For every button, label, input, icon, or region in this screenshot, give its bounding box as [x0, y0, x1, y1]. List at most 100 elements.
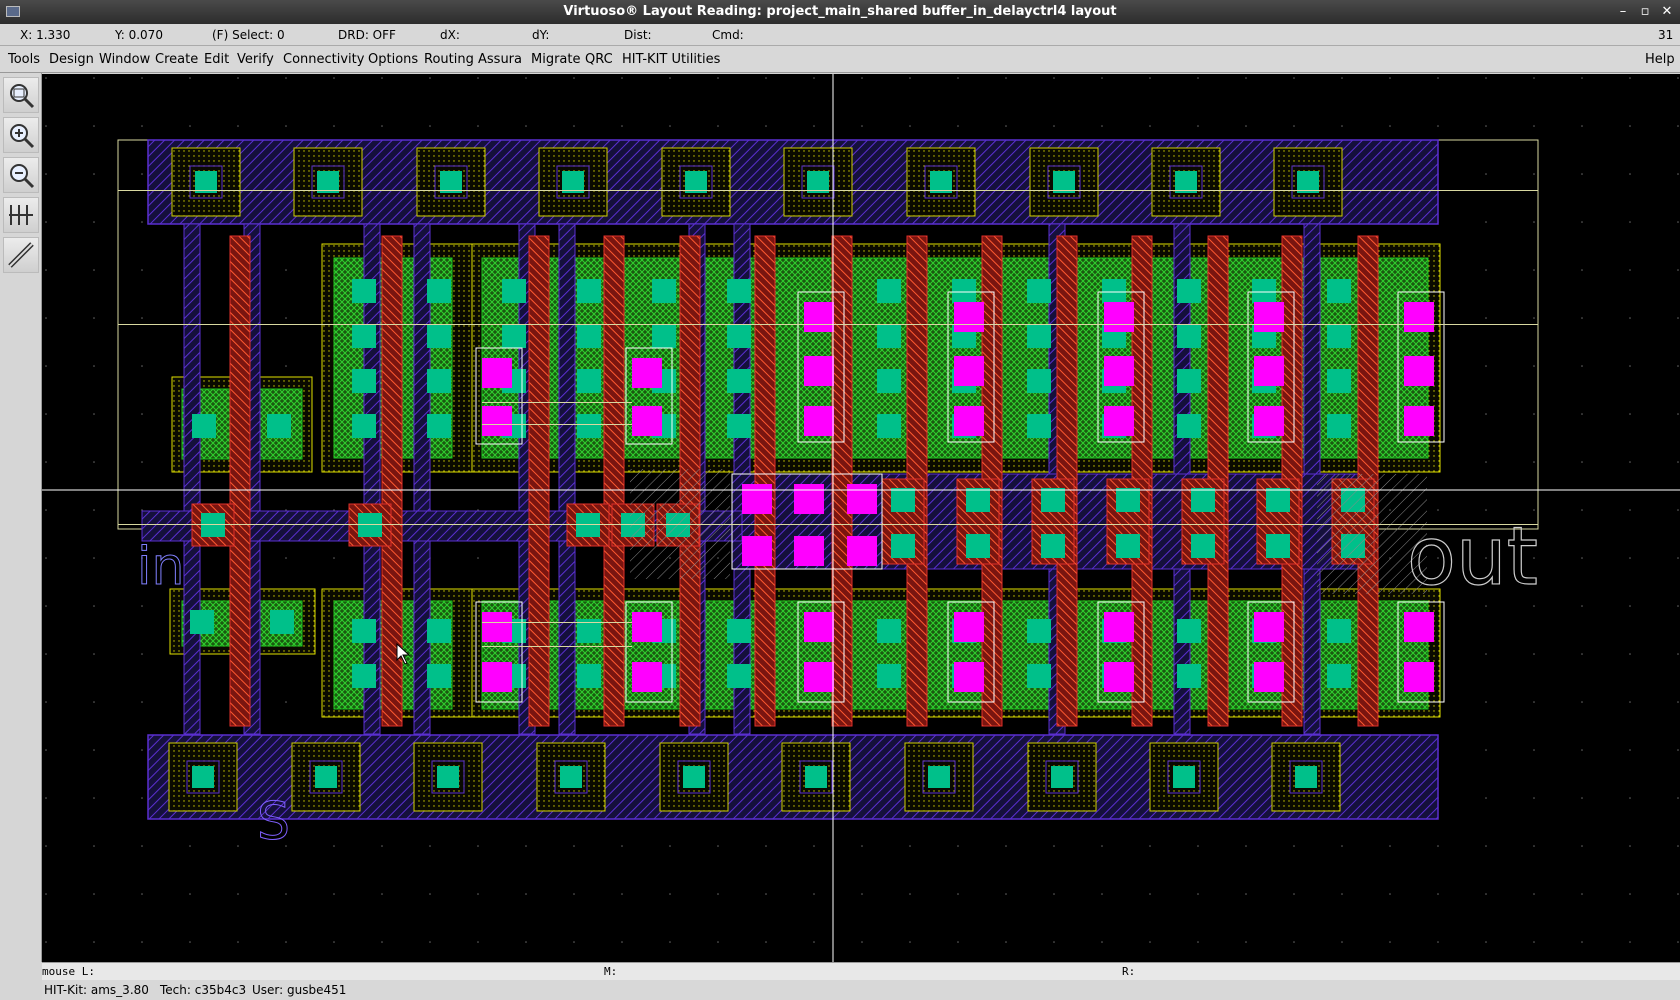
poly-gate	[831, 235, 853, 727]
stretch-button[interactable]	[3, 197, 39, 233]
gate-contact	[1116, 534, 1140, 558]
diff-contact	[727, 369, 751, 393]
cmd-readout: Cmd:	[712, 28, 744, 42]
maximize-button[interactable]: ▫	[1636, 3, 1654, 21]
menu-tools[interactable]: Tools	[8, 52, 40, 67]
diff-contact	[877, 664, 901, 688]
diff-contact	[352, 279, 376, 303]
mouse-middle-binding: M:	[604, 965, 618, 978]
diff-contact	[1327, 414, 1351, 438]
virtuoso-window: Virtuoso® Layout Reading: project_main_s…	[0, 0, 1680, 1000]
x-coordinate: X: 1.330	[20, 28, 71, 42]
minimize-button[interactable]: –	[1614, 3, 1632, 21]
diff-contact	[652, 324, 676, 348]
diff-contact	[1177, 369, 1201, 393]
diff-contact	[427, 664, 451, 688]
zoom-out-button[interactable]	[3, 157, 39, 193]
diff-contact	[877, 369, 901, 393]
diff-contact	[577, 664, 601, 688]
rail-contact	[1295, 766, 1317, 788]
via-cut	[632, 612, 662, 642]
diff-contact	[1177, 279, 1201, 303]
poly-gate	[528, 235, 550, 727]
diff-contact	[1027, 414, 1051, 438]
fit-view-button[interactable]	[3, 77, 39, 113]
output-via-cut	[742, 536, 772, 566]
layout-canvas[interactable]: in out S	[42, 74, 1680, 962]
diff-contact	[190, 610, 214, 634]
via-cut	[632, 358, 662, 388]
via-cut	[1254, 662, 1284, 692]
diff-contact	[1027, 279, 1051, 303]
via-cut	[632, 662, 662, 692]
menu-bar: Tools Design Window Create Edit Verify C…	[0, 46, 1680, 73]
menu-window[interactable]: Window	[99, 52, 150, 67]
menu-help[interactable]: Help	[1645, 52, 1675, 67]
menu-hit-kit-utilities[interactable]: HIT-KIT Utilities	[622, 52, 720, 67]
status-bar: HIT-Kit: ams_3.80 Tech: c35b4c3 User: gu…	[42, 980, 1680, 1000]
coordinate-bar: X: 1.330 Y: 0.070 (F) Select: 0 DRD: OFF…	[0, 24, 1680, 46]
user-name: User: gusbe451	[252, 983, 347, 997]
menu-create[interactable]: Create	[155, 52, 198, 67]
menu-qrc[interactable]: QRC	[585, 52, 613, 67]
menu-options[interactable]: Options	[368, 52, 418, 67]
diff-contact	[727, 619, 751, 643]
gate-contact	[1041, 534, 1065, 558]
rail-contact	[807, 171, 829, 193]
via-cut	[954, 612, 984, 642]
gate-contact	[966, 488, 990, 512]
route-line	[482, 424, 632, 425]
output-via-cut	[794, 484, 824, 514]
pin-label-s: S	[257, 792, 290, 852]
zoom-in-button[interactable]	[3, 117, 39, 153]
via-cut	[482, 406, 512, 436]
menu-edit[interactable]: Edit	[204, 52, 229, 67]
menu-connectivity[interactable]: Connectivity	[283, 52, 364, 67]
output-via-cut	[742, 484, 772, 514]
via-cut	[1404, 612, 1434, 642]
via-cut	[954, 406, 984, 436]
select-count: (F) Select: 0	[212, 28, 285, 42]
gate-contact	[1266, 534, 1290, 558]
via-cut	[1404, 662, 1434, 692]
rail-contact	[1053, 171, 1075, 193]
dy-readout: dY:	[532, 28, 550, 42]
diff-contact	[1177, 324, 1201, 348]
output-via-cut	[847, 484, 877, 514]
rail-contact	[930, 171, 952, 193]
rail-contact	[685, 171, 707, 193]
gate-contact	[891, 488, 915, 512]
diff-contact	[352, 324, 376, 348]
poly-gate	[229, 235, 251, 727]
menu-routing[interactable]: Routing	[424, 52, 474, 67]
diff-contact	[952, 279, 976, 303]
via-cut	[954, 302, 984, 332]
diff-contact	[427, 324, 451, 348]
diff-contact	[352, 369, 376, 393]
menu-migrate[interactable]: Migrate	[531, 52, 581, 67]
menu-design[interactable]: Design	[49, 52, 94, 67]
ruler-button[interactable]	[3, 237, 39, 273]
menu-assura[interactable]: Assura	[478, 52, 522, 67]
menu-verify[interactable]: Verify	[237, 52, 274, 67]
rail-contact	[440, 171, 462, 193]
close-button[interactable]: ✕	[1658, 3, 1676, 21]
rail-contact	[562, 171, 584, 193]
via-cut	[954, 662, 984, 692]
via-cut	[482, 612, 512, 642]
gate-contact	[1191, 488, 1215, 512]
layout-drawing[interactable]: in out S	[42, 74, 1680, 962]
left-toolbar	[0, 73, 42, 963]
ruler-icon	[8, 242, 34, 268]
diff-contact	[502, 324, 526, 348]
diff-contact	[727, 279, 751, 303]
diff-contact	[877, 619, 901, 643]
via-cut	[804, 662, 834, 692]
y-coordinate: Y: 0.070	[115, 28, 163, 42]
diff-contact	[427, 619, 451, 643]
diff-contact	[270, 610, 294, 634]
output-via-cut	[794, 536, 824, 566]
window-title: Virtuoso® Layout Reading: project_main_s…	[563, 4, 1117, 19]
via-cut	[804, 612, 834, 642]
dist-readout: Dist:	[624, 28, 652, 42]
